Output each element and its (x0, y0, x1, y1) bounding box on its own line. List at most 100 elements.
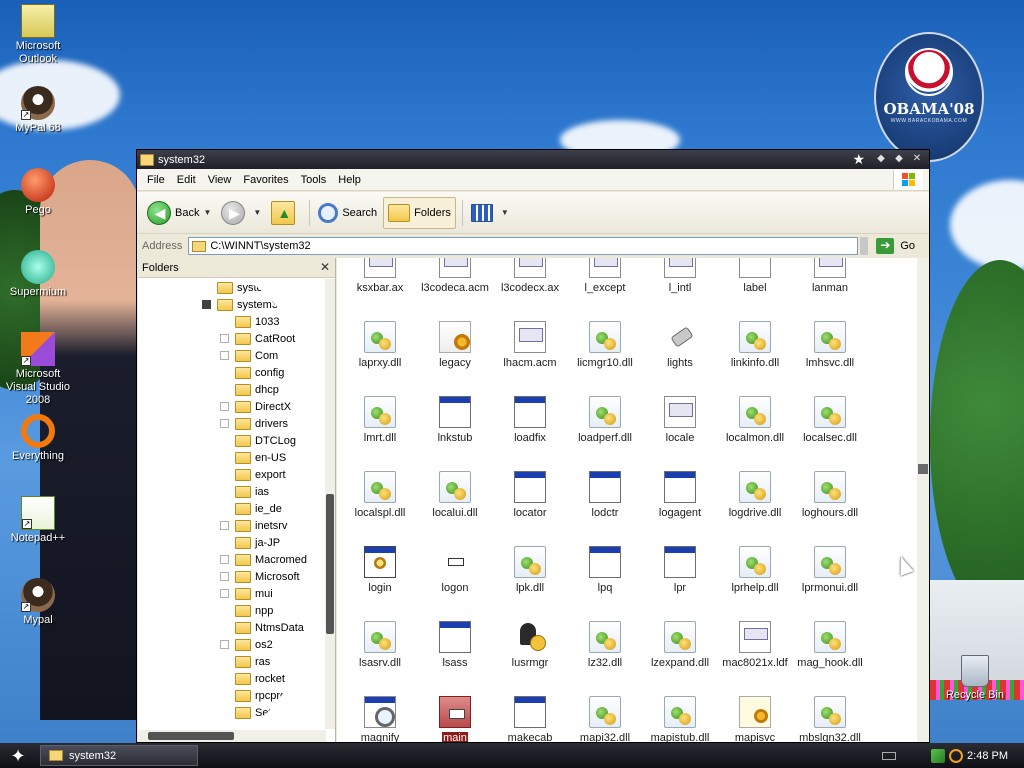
explorer-window[interactable]: system32 ★ ◆ ◆ ✕ File Edit View Favorite… (136, 149, 930, 743)
file-item[interactable]: locale (640, 396, 720, 444)
file-item[interactable]: mapisvc (715, 696, 795, 742)
menu-view[interactable]: View (202, 174, 238, 186)
file-item[interactable]: main (415, 696, 495, 742)
file-item[interactable]: localspl.dll (340, 471, 420, 519)
address-dropdown-button[interactable] (860, 237, 869, 255)
close-icon[interactable]: ✕ (320, 260, 330, 274)
desktop-icon-notepad-plus-plus[interactable]: ↗ Notepad++ (0, 496, 76, 545)
file-item[interactable]: logagent (640, 471, 720, 519)
tree-item[interactable]: Macromed (220, 551, 307, 568)
desktop-icon-outlook[interactable]: Microsoft Outlook (0, 4, 76, 66)
file-item[interactable]: lprmonui.dll (790, 546, 870, 594)
file-item[interactable]: legacy (415, 321, 495, 369)
start-button[interactable]: ✦ (4, 745, 32, 767)
file-item[interactable]: lpr (640, 546, 720, 594)
file-item[interactable]: lpk.dll (490, 546, 570, 594)
chevron-down-icon[interactable]: ▼ (253, 208, 261, 217)
scrollbar-thumb[interactable] (148, 732, 234, 740)
address-input[interactable]: C:\WINNT\system32 (188, 237, 859, 255)
file-item[interactable]: laprxy.dll (340, 321, 420, 369)
desktop-icon-supermium[interactable]: Supermium (0, 250, 76, 299)
tree-item[interactable]: npp (220, 602, 273, 619)
tree-item[interactable]: config (220, 364, 284, 381)
file-item[interactable]: lmrt.dll (340, 396, 420, 444)
expand-toggle[interactable] (220, 572, 229, 581)
back-button[interactable]: ◀ Back ▼ (143, 197, 215, 229)
file-item[interactable]: localmon.dll (715, 396, 795, 444)
tree-item[interactable]: NtmsData (220, 619, 304, 636)
folders-button[interactable]: Folders (383, 196, 456, 229)
maximize-button[interactable]: ◆ (891, 152, 907, 166)
expand-toggle[interactable] (220, 521, 229, 530)
file-item[interactable]: label (715, 258, 795, 294)
tree-item[interactable]: ie_de (220, 500, 282, 517)
file-item[interactable]: logdrive.dll (715, 471, 795, 519)
file-item[interactable]: lights (640, 321, 720, 369)
network-icon[interactable] (931, 748, 946, 763)
folders-hscrollbar[interactable] (138, 730, 326, 742)
scrollbar-thumb[interactable] (918, 464, 928, 474)
content-scrollbar[interactable] (917, 258, 929, 742)
go-button[interactable]: ➔ Go (876, 238, 915, 254)
file-item[interactable]: ksxbar.ax (340, 258, 420, 294)
tree-item[interactable]: inetsrv (220, 517, 287, 534)
taskbar-button-system32[interactable]: system32 (40, 745, 198, 766)
star-icon[interactable]: ★ (852, 151, 865, 168)
file-item[interactable]: magnify (340, 696, 420, 742)
tree-item[interactable]: rpcproxy (220, 687, 297, 704)
file-item[interactable]: lmhsvc.dll (790, 321, 870, 369)
file-item[interactable]: mapi32.dll (565, 696, 645, 742)
file-item[interactable]: makecab (490, 696, 570, 742)
tree-item[interactable]: 1033 (220, 313, 279, 330)
folders-scrollbar[interactable] (325, 279, 335, 729)
file-item[interactable]: logon (415, 546, 495, 594)
expand-toggle[interactable] (220, 640, 229, 649)
file-item[interactable]: l3codecx.ax (490, 258, 570, 294)
file-item[interactable]: lodctr (565, 471, 645, 519)
expand-toggle[interactable] (220, 555, 229, 564)
file-item[interactable]: lsasrv.dll (340, 621, 420, 669)
file-item[interactable]: locator (490, 471, 570, 519)
expand-toggle[interactable] (220, 419, 229, 428)
expand-toggle[interactable] (220, 402, 229, 411)
chevron-down-icon[interactable]: ▼ (203, 208, 211, 217)
menu-favorites[interactable]: Favorites (237, 174, 294, 186)
tree-item[interactable]: Microsoft (220, 568, 300, 585)
file-item[interactable]: localui.dll (415, 471, 495, 519)
file-item[interactable]: localsec.dll (790, 396, 870, 444)
menu-tools[interactable]: Tools (295, 174, 333, 186)
clock[interactable]: 2:48 PM (967, 750, 1008, 762)
file-item[interactable]: lsass (415, 621, 495, 669)
search-button[interactable]: Search (314, 197, 381, 229)
desktop-icon-everything[interactable]: Everything (0, 414, 76, 463)
tree-item[interactable]: system (202, 279, 272, 296)
desktop-icon-pego[interactable]: Pego (0, 168, 76, 217)
file-item[interactable]: lz32.dll (565, 621, 645, 669)
minimize-button[interactable]: ◆ (873, 152, 889, 166)
expand-toggle[interactable] (220, 589, 229, 598)
file-item[interactable]: lprhelp.dll (715, 546, 795, 594)
file-item[interactable]: l_intl (640, 258, 720, 294)
file-item[interactable]: lhacm.acm (490, 321, 570, 369)
menu-help[interactable]: Help (332, 174, 367, 186)
file-item[interactable]: mbslgn32.dll (790, 696, 870, 742)
file-item[interactable]: mag_hook.dll (790, 621, 870, 669)
title-bar[interactable]: system32 ★ ◆ ◆ ✕ (137, 150, 929, 169)
file-item[interactable]: lnkstub (415, 396, 495, 444)
file-item[interactable]: linkinfo.dll (715, 321, 795, 369)
scrollbar-thumb[interactable] (326, 494, 334, 634)
tree-item[interactable]: CatRoot (220, 330, 295, 347)
tree-item[interactable]: dhcp (220, 381, 279, 398)
desktop-icon-mypal68[interactable]: ↗ MyPal 68 (0, 86, 76, 135)
tree-item[interactable]: ias (220, 483, 269, 500)
tree-item[interactable]: DirectX (220, 398, 291, 415)
up-folder-button[interactable]: ▲ (267, 197, 303, 229)
menu-edit[interactable]: Edit (171, 174, 202, 186)
file-item[interactable]: loadperf.dll (565, 396, 645, 444)
file-item[interactable]: lusrmgr (490, 621, 570, 669)
file-item[interactable]: lzexpand.dll (640, 621, 720, 669)
file-item[interactable]: login (340, 546, 420, 594)
views-button[interactable]: ▼ (467, 197, 513, 229)
file-item[interactable]: l3codeca.acm (415, 258, 495, 294)
tree-item[interactable]: Com (220, 347, 278, 364)
